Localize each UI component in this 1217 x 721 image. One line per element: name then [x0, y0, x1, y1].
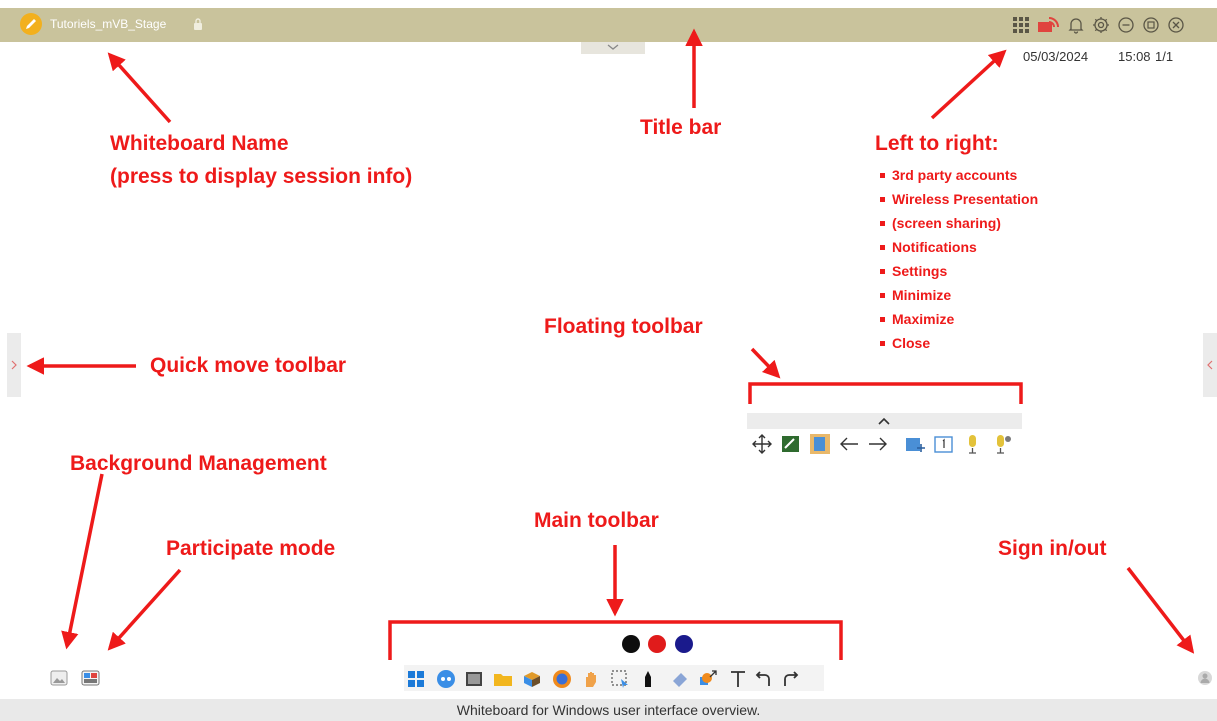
label-whiteboard-name-hint: (press to display session info) [110, 165, 413, 188]
undo-icon[interactable] [754, 669, 774, 689]
label-title-bar: Title bar [640, 116, 722, 139]
label-left-to-right: Left to right: [875, 132, 999, 155]
chevron-left-icon [1207, 360, 1213, 370]
green-board-icon[interactable] [780, 433, 802, 455]
label-floating-toolbar: Floating toolbar [544, 315, 703, 338]
browser-icon[interactable] [436, 669, 456, 689]
color-swatch-red[interactable] [648, 635, 666, 653]
mic-icon[interactable] [962, 433, 984, 455]
arrow-background-management [61, 473, 104, 650]
list-item: Close [876, 331, 1038, 355]
caption-text: Whiteboard for Windows user interface ov… [456, 702, 761, 718]
label-sign-in-out: Sign in/out [998, 537, 1107, 560]
list-item: Maximize [876, 307, 1038, 331]
page-number-icon[interactable] [933, 433, 955, 455]
list-item: Settings [876, 259, 1038, 283]
label-background-management: Background Management [70, 452, 327, 475]
folder-icon[interactable] [493, 669, 513, 689]
list-item: Wireless Presentation [876, 187, 1038, 211]
participate-mode-button[interactable] [81, 670, 100, 686]
mic-settings-icon[interactable] [991, 433, 1013, 455]
sign-in-out-button[interactable] [1197, 670, 1213, 686]
move-icon[interactable] [751, 433, 773, 455]
bracket-main-toolbar [388, 620, 843, 660]
label-participate-mode: Participate mode [166, 537, 336, 560]
select-icon[interactable] [610, 669, 630, 689]
page-icon[interactable] [809, 433, 831, 455]
floating-toolbar-handle[interactable] [747, 413, 1022, 429]
background-management-button[interactable] [50, 670, 68, 686]
bracket-floating-toolbar [748, 382, 1023, 404]
redo-icon[interactable] [780, 669, 800, 689]
main-toolbar [404, 665, 824, 691]
quick-move-toolbar-right[interactable] [1203, 333, 1217, 397]
pen-icon[interactable] [638, 669, 658, 689]
hand-icon[interactable] [581, 669, 601, 689]
label-quick-move-toolbar: Quick move toolbar [150, 354, 347, 377]
label-whiteboard-name: Whiteboard Name [110, 132, 289, 155]
list-item: Minimize [876, 283, 1038, 307]
arrow-participate-mode [107, 568, 182, 651]
chevron-right-icon [11, 360, 17, 370]
caption-bar: Whiteboard for Windows user interface ov… [0, 699, 1217, 721]
arrow-sign-in-out [1126, 566, 1195, 654]
add-page-icon[interactable] [904, 433, 926, 455]
eraser-icon[interactable] [670, 669, 690, 689]
windows-icon[interactable] [406, 669, 426, 689]
apps-box-icon[interactable] [522, 669, 542, 689]
list-item: Notifications [876, 235, 1038, 259]
list-item: (screen sharing) [876, 211, 1038, 235]
chevron-up-icon [878, 417, 890, 425]
quick-move-toolbar-left[interactable] [7, 333, 21, 397]
arrow-right-icons [930, 49, 1007, 120]
firefox-icon[interactable] [552, 669, 572, 689]
color-swatch-black[interactable] [622, 635, 640, 653]
arrow-left-icon[interactable] [838, 433, 860, 455]
label-main-toolbar: Main toolbar [534, 509, 659, 532]
list-item: 3rd party accounts [876, 163, 1038, 187]
text-icon[interactable] [728, 669, 748, 689]
right-icons-list: 3rd party accounts Wireless Presentation… [876, 163, 1038, 355]
arrow-right-icon[interactable] [867, 433, 889, 455]
color-swatch-blue[interactable] [675, 635, 693, 653]
arrow-floating-toolbar [750, 347, 781, 379]
arrow-whiteboard-name [107, 52, 172, 124]
floating-toolbar [747, 413, 1022, 461]
screenshot-icon[interactable] [464, 669, 484, 689]
shapes-icon[interactable] [698, 669, 718, 689]
